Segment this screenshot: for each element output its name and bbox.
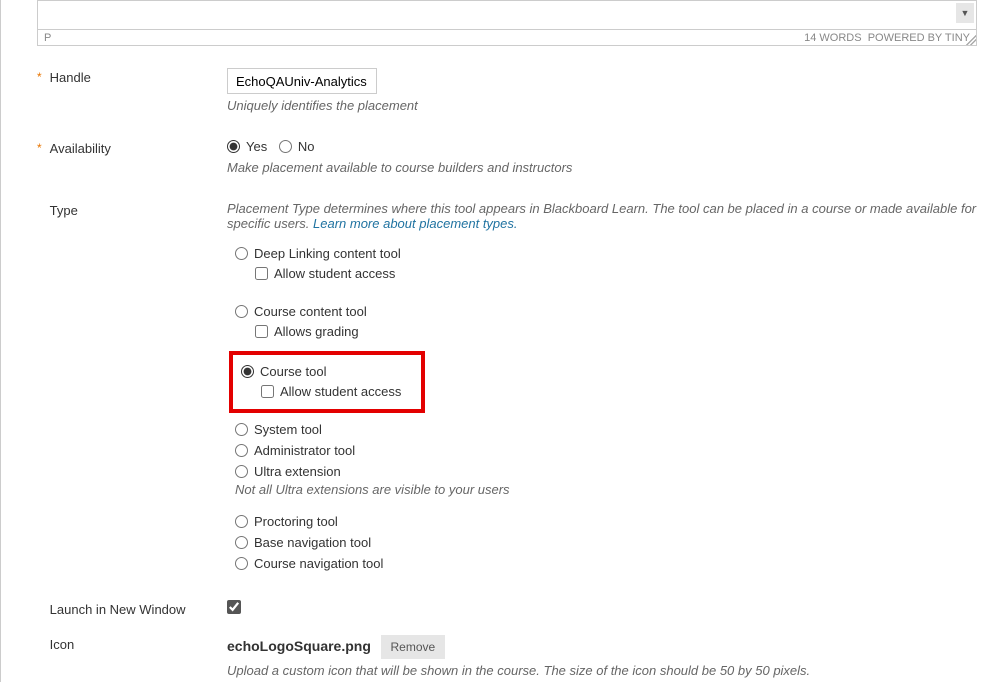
learn-more-link[interactable]: Learn more about placement types.	[313, 216, 518, 231]
icon-filename: echoLogoSquare.png	[227, 638, 371, 654]
icon-label: Icon	[50, 637, 75, 652]
editor-meta: 14 WORDS POWERED BY TINY	[804, 32, 970, 44]
admin-tool-radio[interactable]	[235, 444, 248, 457]
handle-help: Uniquely identifies the placement	[227, 98, 977, 113]
option-course-nav[interactable]: Course navigation tool	[235, 553, 977, 574]
course-tool-highlight: Course tool Allow student access	[229, 351, 425, 413]
availability-row: * Availability Yes No Make placement ava…	[37, 135, 1001, 179]
new-window-checkbox[interactable]	[227, 600, 241, 614]
handle-input[interactable]	[227, 68, 377, 94]
option-deep-linking[interactable]: Deep Linking content tool	[235, 243, 977, 264]
editor-status-bar: P 14 WORDS POWERED BY TINY	[37, 30, 977, 46]
system-tool-radio[interactable]	[235, 423, 248, 436]
sub-course-content-grading[interactable]: Allows grading	[255, 322, 977, 345]
deep-linking-radio[interactable]	[235, 247, 248, 260]
option-course-tool[interactable]: Course tool	[241, 361, 419, 382]
course-tool-student-checkbox[interactable]	[261, 385, 274, 398]
ultra-ext-note: Not all Ultra extensions are visible to …	[235, 482, 977, 497]
deep-linking-student-checkbox[interactable]	[255, 267, 268, 280]
sub-deep-linking-access[interactable]: Allow student access	[255, 264, 977, 287]
availability-help: Make placement available to course build…	[227, 160, 977, 175]
availability-no-radio[interactable]	[279, 140, 292, 153]
type-label: Type	[50, 203, 78, 218]
option-proctoring[interactable]: Proctoring tool	[235, 511, 977, 532]
new-window-row: * Launch in New Window	[37, 596, 1001, 621]
option-admin-tool[interactable]: Administrator tool	[235, 440, 977, 461]
editor-path: P	[44, 32, 51, 44]
resize-handle-icon[interactable]	[966, 35, 976, 45]
availability-label: Availability	[50, 141, 111, 156]
option-course-content[interactable]: Course content tool	[235, 301, 977, 322]
course-content-radio[interactable]	[235, 305, 248, 318]
new-window-label: Launch in New Window	[50, 602, 186, 617]
icon-row: * Icon echoLogoSquare.png Remove Upload …	[37, 631, 1001, 682]
availability-yes-option[interactable]: Yes	[227, 139, 267, 154]
remove-icon-button[interactable]: Remove	[381, 635, 446, 659]
option-base-nav[interactable]: Base navigation tool	[235, 532, 977, 553]
rich-text-editor[interactable]: ▼	[37, 0, 977, 30]
availability-no-option[interactable]: No	[279, 139, 315, 154]
availability-yes-radio[interactable]	[227, 140, 240, 153]
course-nav-radio[interactable]	[235, 557, 248, 570]
proctoring-radio[interactable]	[235, 515, 248, 528]
course-content-grading-checkbox[interactable]	[255, 325, 268, 338]
handle-label: Handle	[50, 70, 91, 85]
course-tool-radio[interactable]	[241, 365, 254, 378]
option-ultra-ext[interactable]: Ultra extension	[235, 461, 977, 482]
required-star-icon: *	[37, 141, 42, 155]
option-system-tool[interactable]: System tool	[235, 419, 977, 440]
type-row: * Type Placement Type determines where t…	[37, 197, 1001, 578]
required-star-icon: *	[37, 70, 42, 84]
handle-row: * Handle Uniquely identifies the placeme…	[37, 64, 1001, 117]
sub-course-tool-access[interactable]: Allow student access	[261, 382, 419, 405]
base-nav-radio[interactable]	[235, 536, 248, 549]
icon-help: Upload a custom icon that will be shown …	[227, 663, 977, 678]
ultra-ext-radio[interactable]	[235, 465, 248, 478]
editor-expand-icon[interactable]: ▼	[956, 3, 974, 23]
